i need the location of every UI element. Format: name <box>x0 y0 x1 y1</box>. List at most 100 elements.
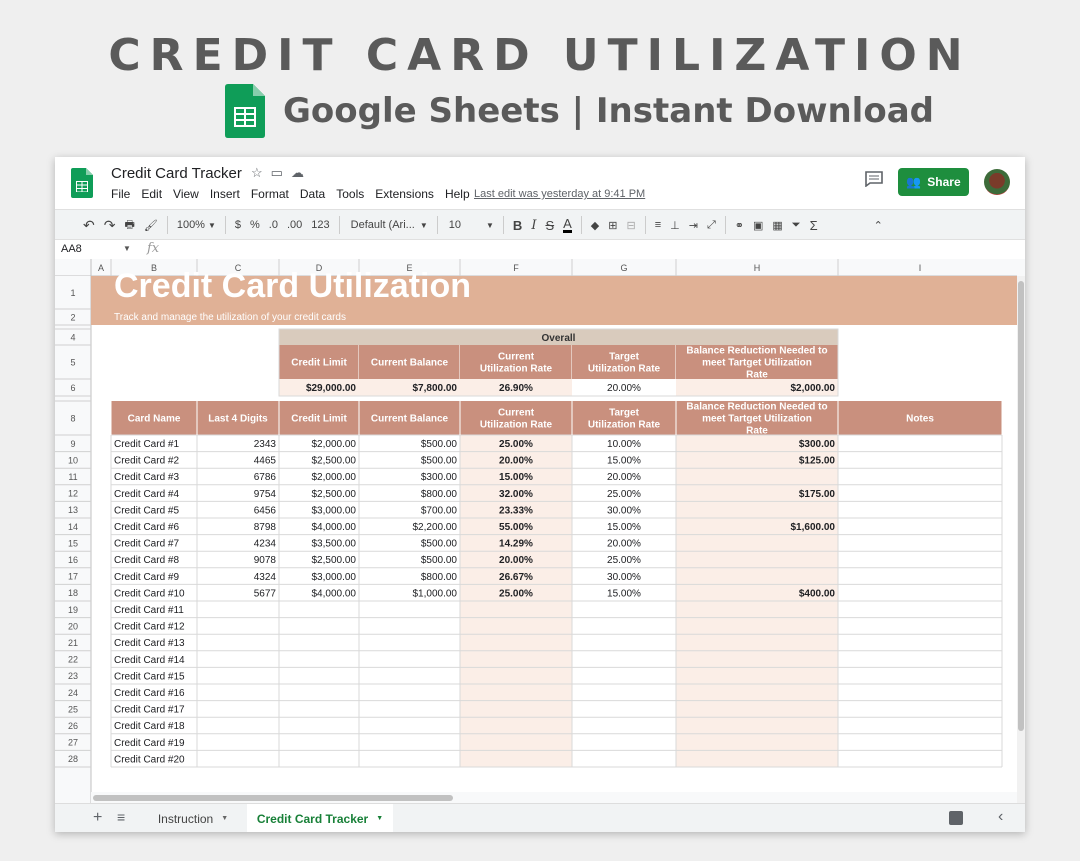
spreadsheet-grid[interactable]: A B C D E F G H I1245689101112131415161718192021… <box>55 259 1025 803</box>
sheets-doc-icon[interactable] <box>71 168 93 198</box>
table-cell[interactable] <box>572 650 676 668</box>
tab-instruction[interactable]: Instruction ▼ <box>147 804 239 832</box>
table-cell[interactable] <box>460 617 572 635</box>
paint-format-icon[interactable]: 🖌 <box>144 219 158 232</box>
table-cell[interactable] <box>838 501 1002 518</box>
table-cell[interactable] <box>197 650 279 668</box>
table-cell[interactable] <box>676 534 838 552</box>
table-cell[interactable] <box>359 634 460 651</box>
table-cell[interactable] <box>460 700 572 718</box>
table-cell[interactable] <box>676 684 838 701</box>
table-cell[interactable] <box>838 551 1002 568</box>
insert-chart-icon[interactable]: ▦ <box>772 219 782 232</box>
table-cell[interactable] <box>197 717 279 734</box>
table-cell[interactable] <box>838 617 1002 635</box>
add-sheet-icon[interactable]: + <box>93 809 102 827</box>
table-cell[interactable] <box>197 667 279 684</box>
table-cell[interactable] <box>359 667 460 684</box>
collapse-side-panel-icon[interactable]: ‹ <box>998 808 1003 826</box>
table-cell[interactable] <box>197 733 279 751</box>
table-cell[interactable] <box>460 733 572 751</box>
table-cell[interactable] <box>572 700 676 718</box>
tab-credit-card-tracker[interactable]: Credit Card Tracker ▼ <box>247 804 393 832</box>
table-cell[interactable] <box>460 601 572 618</box>
zoom-select[interactable]: 100% <box>177 219 205 231</box>
menu-format[interactable]: Format <box>251 187 289 201</box>
table-cell[interactable] <box>676 717 838 734</box>
vertical-scrollbar-thumb[interactable] <box>1018 281 1024 731</box>
table-cell[interactable] <box>572 601 676 618</box>
table-cell[interactable] <box>572 634 676 651</box>
insert-comment-icon[interactable]: ▣ <box>753 219 763 232</box>
table-cell[interactable] <box>838 484 1002 502</box>
text-rotation-icon[interactable]: ⤢ <box>707 219 716 232</box>
insert-link-icon[interactable]: ⚭ <box>735 219 744 232</box>
table-cell[interactable] <box>676 501 838 518</box>
table-cell[interactable] <box>279 717 359 734</box>
menu-file[interactable]: File <box>111 187 130 201</box>
table-cell[interactable] <box>676 634 838 651</box>
table-cell[interactable] <box>838 667 1002 684</box>
table-cell[interactable] <box>838 567 1002 585</box>
table-cell[interactable] <box>197 601 279 618</box>
more-formats-button[interactable]: 123 <box>311 219 329 231</box>
print-icon[interactable]: 🖶 <box>124 216 134 235</box>
fill-color-icon[interactable]: ◆ <box>591 219 599 232</box>
font-size-select[interactable]: 10 <box>449 219 461 231</box>
user-avatar[interactable] <box>984 169 1010 195</box>
menu-help[interactable]: Help <box>445 187 470 201</box>
table-cell[interactable] <box>359 717 460 734</box>
bold-icon[interactable]: B <box>513 218 522 233</box>
vertical-align-icon[interactable]: ⊥ <box>670 219 680 232</box>
last-edit-link[interactable]: Last edit was yesterday at 9:41 PM <box>474 188 645 200</box>
undo-icon[interactable]: ↶ <box>83 217 95 234</box>
table-cell[interactable] <box>572 667 676 684</box>
filter-icon[interactable]: ⏷ <box>792 219 801 232</box>
table-cell[interactable] <box>197 684 279 701</box>
font-select[interactable]: Default (Ari... <box>351 219 415 231</box>
table-cell[interactable] <box>460 717 572 734</box>
table-cell[interactable] <box>676 700 838 718</box>
table-cell[interactable] <box>676 750 838 767</box>
table-cell[interactable] <box>838 601 1002 618</box>
name-box[interactable]: AA8 <box>61 243 131 255</box>
table-cell[interactable] <box>279 667 359 684</box>
table-cell[interactable] <box>676 617 838 635</box>
table-cell[interactable] <box>197 750 279 767</box>
table-cell[interactable] <box>460 750 572 767</box>
table-cell[interactable] <box>838 451 1002 469</box>
table-cell[interactable] <box>460 650 572 668</box>
table-cell[interactable] <box>359 733 460 751</box>
table-cell[interactable] <box>460 684 572 701</box>
table-cell[interactable] <box>676 567 838 585</box>
functions-icon[interactable]: Σ <box>810 218 818 233</box>
text-wrap-icon[interactable]: ⇥ <box>689 219 698 232</box>
menu-edit[interactable]: Edit <box>141 187 162 201</box>
table-cell[interactable] <box>838 684 1002 701</box>
star-icon[interactable]: ☆ <box>251 165 263 180</box>
merge-cells-icon[interactable]: ⊟ <box>626 219 635 232</box>
table-cell[interactable] <box>279 601 359 618</box>
table-cell[interactable] <box>838 700 1002 718</box>
table-cell[interactable] <box>838 534 1002 552</box>
table-cell[interactable] <box>279 634 359 651</box>
horizontal-align-icon[interactable]: ≡ <box>655 219 661 231</box>
table-cell[interactable] <box>279 617 359 635</box>
all-sheets-icon[interactable]: ≡ <box>117 809 125 825</box>
table-cell[interactable] <box>197 634 279 651</box>
currency-format-button[interactable]: $ <box>235 219 241 231</box>
table-cell[interactable] <box>838 650 1002 668</box>
increase-decimal-button[interactable]: .00 <box>287 219 302 231</box>
table-cell[interactable] <box>838 518 1002 535</box>
explore-icon[interactable] <box>949 811 963 825</box>
table-cell[interactable] <box>572 733 676 751</box>
table-cell[interactable] <box>676 601 838 618</box>
table-cell[interactable] <box>460 667 572 684</box>
menu-tools[interactable]: Tools <box>336 187 364 201</box>
table-cell[interactable] <box>279 700 359 718</box>
table-cell[interactable] <box>838 584 1002 601</box>
document-title[interactable]: Credit Card Tracker <box>111 165 242 182</box>
table-cell[interactable] <box>838 634 1002 651</box>
horizontal-scrollbar-thumb[interactable] <box>93 795 453 801</box>
table-cell[interactable] <box>572 617 676 635</box>
